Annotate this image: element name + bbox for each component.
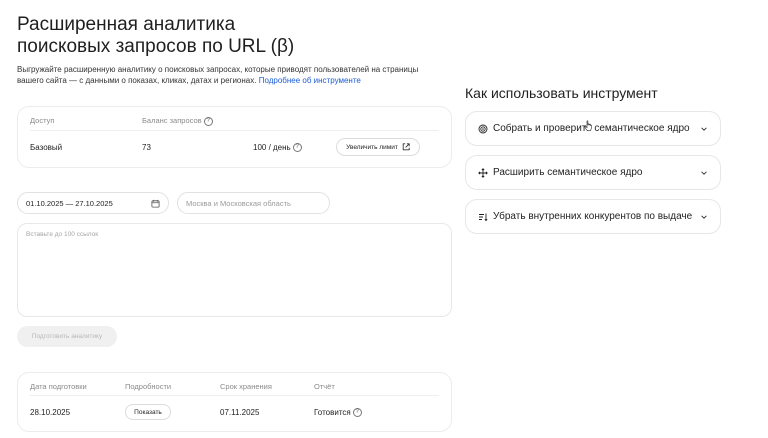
chevron-down-icon xyxy=(701,214,707,219)
show-details-label: Показать xyxy=(134,408,162,416)
page-description: Выгружайте расширенную аналитику о поиск… xyxy=(17,64,437,86)
report-status: Готовится? xyxy=(314,408,362,418)
region-placeholder: Москва и Московская область xyxy=(186,198,291,208)
limit-value: 100 / день? xyxy=(253,143,302,153)
howto-item-label: Убрать внутренних конкурентов по выдаче xyxy=(493,211,693,222)
howto-item-label: Расширить семантическое ядро xyxy=(493,167,643,178)
expand-arrows-icon xyxy=(478,167,488,178)
prepare-analytics-button[interactable]: Подготовить аналитику xyxy=(17,326,117,347)
help-icon[interactable]: ? xyxy=(292,143,302,153)
row-divider xyxy=(30,130,439,131)
col-report-header: Отчёт xyxy=(314,382,335,391)
help-icon[interactable]: ? xyxy=(203,116,213,126)
col-balance-label: Баланс запросов xyxy=(142,116,202,125)
increase-limit-button[interactable]: Увеличить лимит xyxy=(336,138,420,156)
quota-card: Доступ Баланс запросов? Базовый 73 100 /… xyxy=(17,106,452,168)
limit-text: 100 / день xyxy=(253,143,291,152)
sort-icon xyxy=(479,213,488,221)
col-balance-header: Баланс запросов? xyxy=(142,116,213,126)
howto-item-label: Собрать и проверить семантическое ядро xyxy=(493,123,690,134)
howto-title: Как использовать инструмент xyxy=(465,85,658,101)
urls-textarea[interactable]: Вставьте до 100 ссылок xyxy=(17,223,452,317)
col-storage-header: Срок хранения xyxy=(220,382,272,391)
col-details-header: Подробности xyxy=(125,382,172,391)
chevron-down-icon xyxy=(701,170,707,175)
page-title-line-2: поисковых запросов по URL (β) xyxy=(17,36,295,57)
show-details-button[interactable]: Показать xyxy=(125,404,171,420)
howto-item-collect[interactable]: Собрать и проверить семантическое ядро xyxy=(465,111,721,146)
report-date: 28.10.2025 xyxy=(30,408,71,417)
region-input[interactable]: Москва и Московская область xyxy=(177,192,330,214)
date-range-picker[interactable]: 01.10.2025 — 27.10.2025 xyxy=(17,192,169,214)
urls-placeholder: Вставьте до 100 ссылок xyxy=(26,231,99,238)
page-title: Расширенная аналитика поисковых запросов… xyxy=(17,14,317,58)
howto-item-expand[interactable]: Расширить семантическое ядро xyxy=(465,155,721,190)
report-status-text: Готовится xyxy=(314,408,351,417)
date-range-value: 01.10.2025 — 27.10.2025 xyxy=(26,198,113,208)
help-icon[interactable]: ? xyxy=(352,408,362,418)
increase-limit-label: Увеличить лимит xyxy=(346,143,398,151)
calendar-icon xyxy=(151,199,160,208)
page-title-line-1: Расширенная аналитика xyxy=(17,14,236,35)
balance-value: 73 xyxy=(142,143,151,152)
external-link-icon xyxy=(402,143,410,151)
report-storage-date: 07.11.2025 xyxy=(220,408,260,417)
col-prepared-date-header: Дата подготовки xyxy=(30,382,87,391)
col-access-header: Доступ xyxy=(30,116,55,125)
more-about-tool-link[interactable]: Подробнее об инструменте xyxy=(259,76,361,85)
chevron-down-icon xyxy=(701,126,707,131)
howto-item-remove-competitors[interactable]: Убрать внутренних конкурентов по выдаче xyxy=(465,199,721,234)
access-value: Базовый xyxy=(30,143,63,152)
target-icon xyxy=(478,124,488,133)
hand-cursor-icon xyxy=(584,120,592,132)
reports-table: Дата подготовки Подробности Срок хранени… xyxy=(17,372,452,432)
row-divider xyxy=(30,395,439,396)
